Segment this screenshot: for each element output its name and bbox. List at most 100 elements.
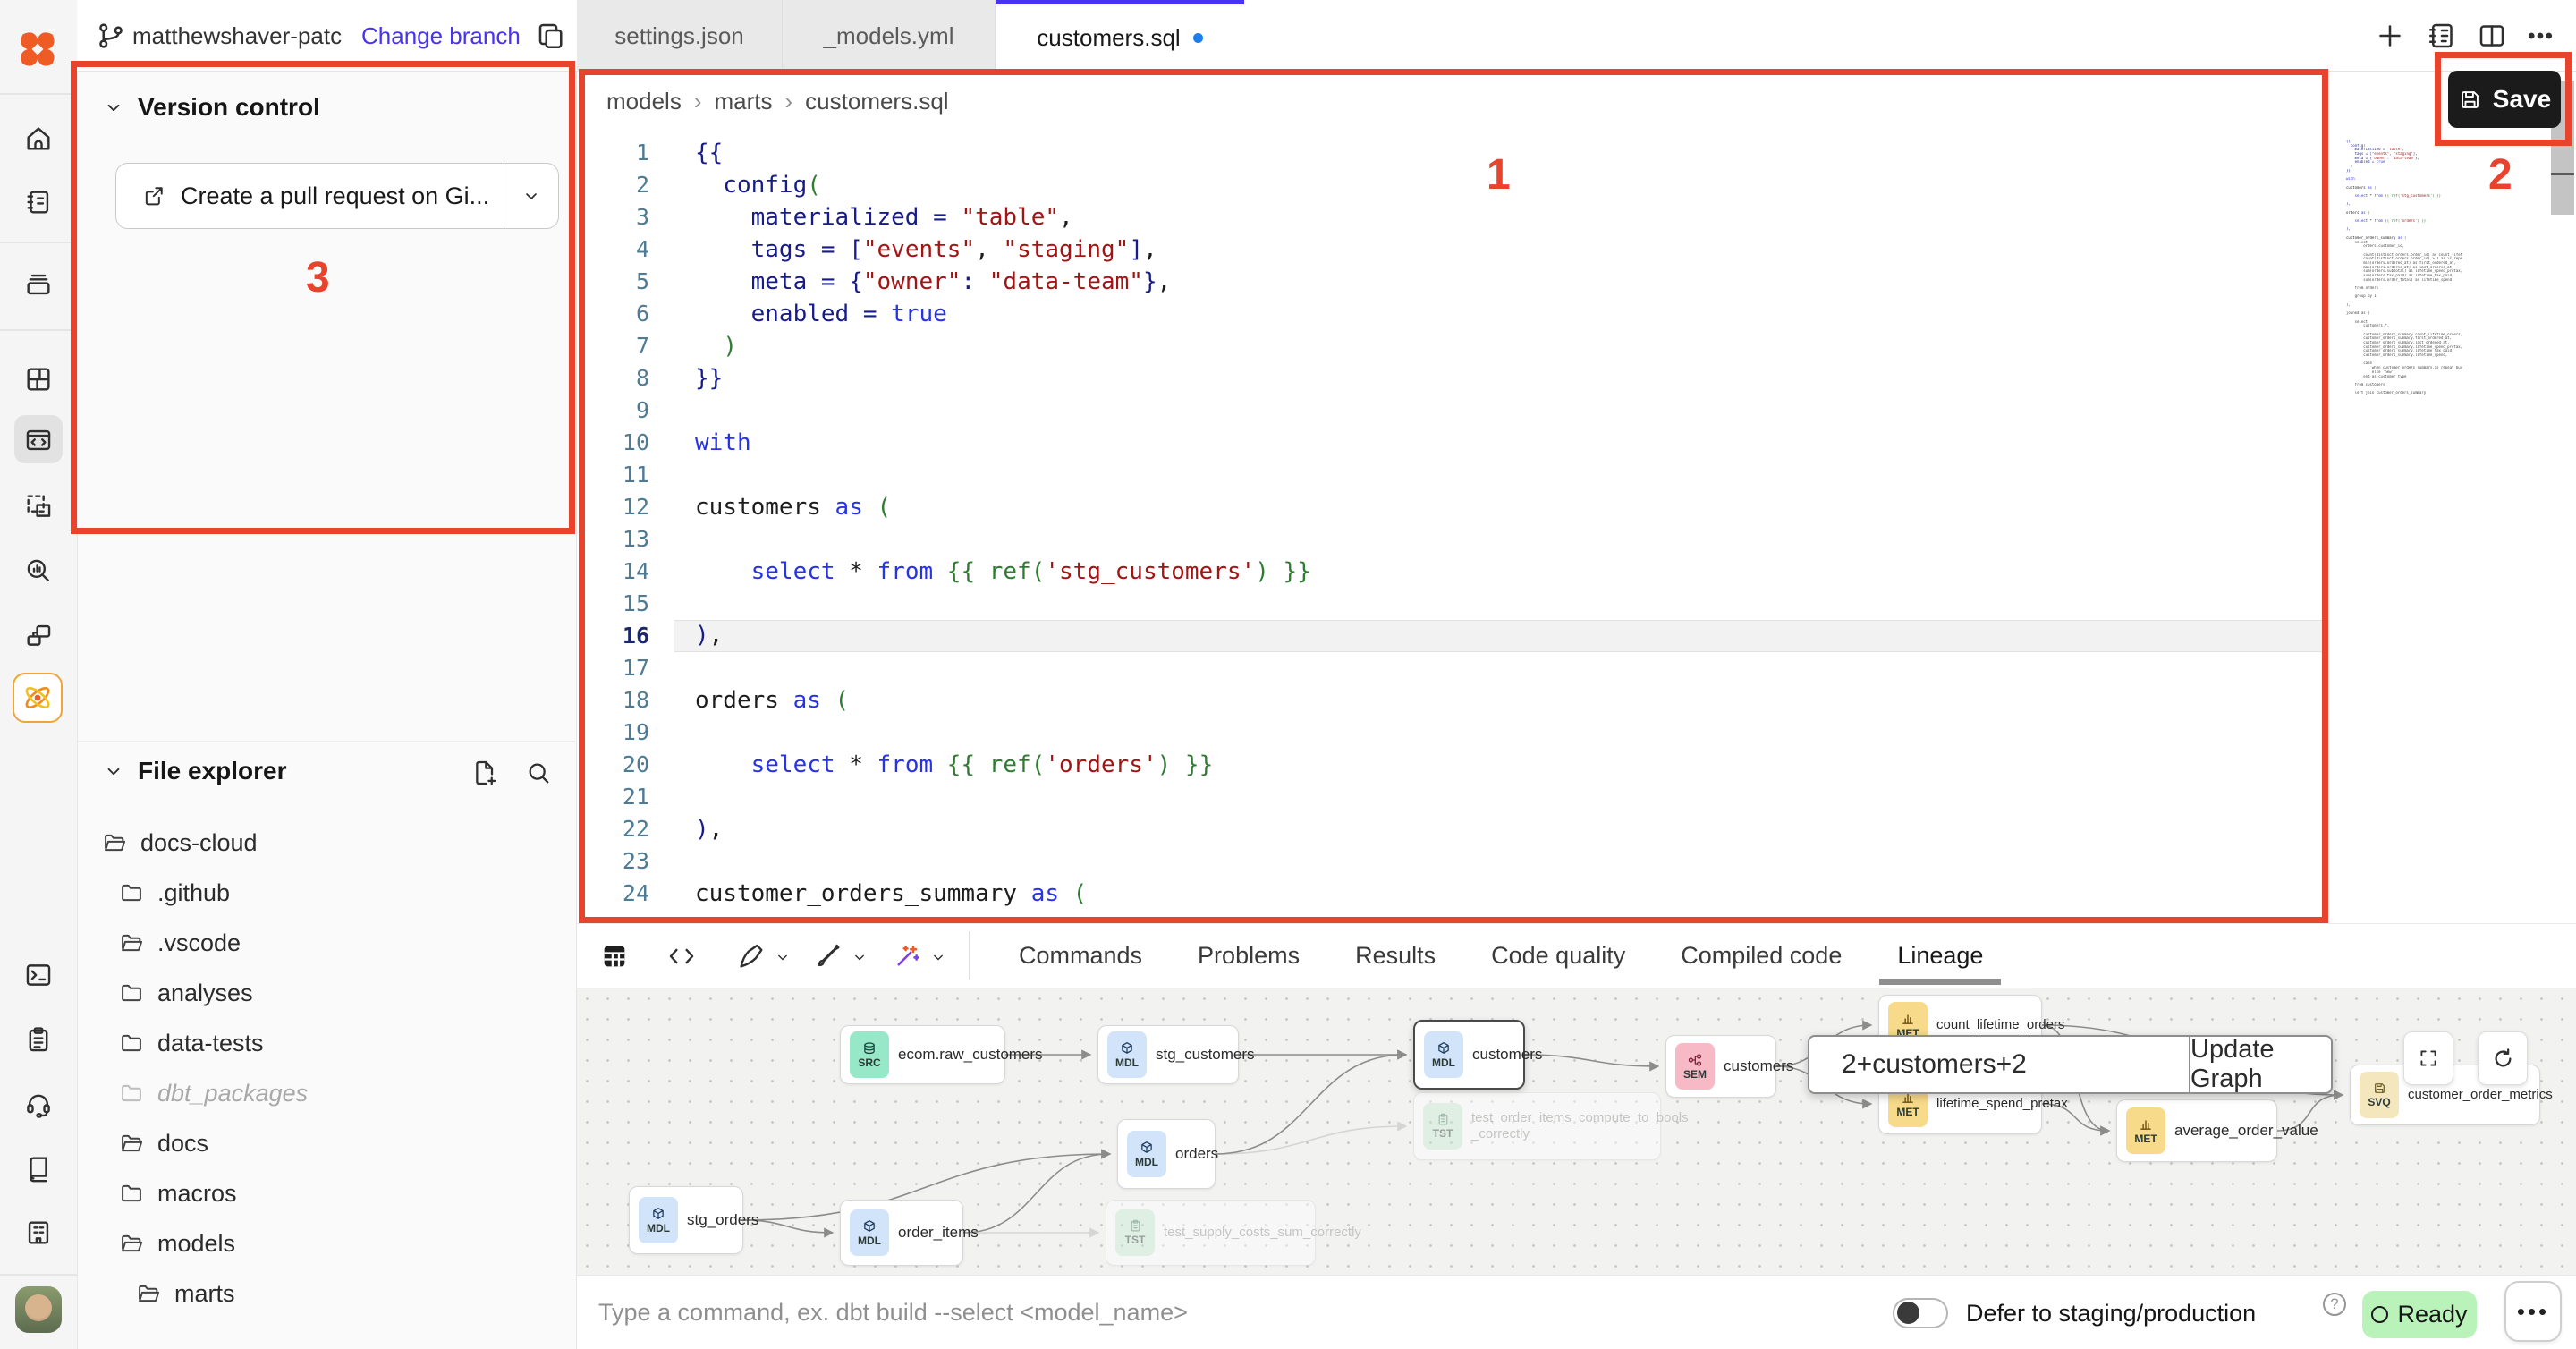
command-input[interactable] [597,1276,1763,1349]
lineage-node-stg_orders[interactable]: MDLstg_orders [629,1186,743,1254]
tab-models-yml[interactable]: _models.yml [783,0,996,72]
preview-pen-icon[interactable] [736,941,767,971]
panel-tab-code-quality[interactable]: Code quality [1491,924,1625,988]
tab-settings-json[interactable]: settings.json [577,0,783,72]
breadcrumb-item[interactable]: models [606,88,682,115]
panel-tab-problems[interactable]: Problems [1198,924,1300,988]
tree-item--github[interactable]: .github [77,868,575,918]
code-line-3[interactable]: 3 materialized = "table", [577,201,2576,233]
code-line-19[interactable]: 19 [577,717,2576,749]
copy-branch-icon[interactable] [535,20,567,52]
dbt-copilot-icon[interactable] [13,673,63,723]
file-explorer-header[interactable]: File explorer [102,757,287,785]
explore-search-icon[interactable] [23,556,54,586]
create-pr-button[interactable]: Create a pull request on Gi... [115,163,559,229]
format-chevron-icon[interactable] [851,948,869,966]
code-line-22[interactable]: 22), [577,813,2576,845]
code-line-7[interactable]: 7 ) [577,330,2576,362]
code-line-20[interactable]: 20 select * from {{ ref('orders') }} [577,749,2576,781]
panel-tab-commands[interactable]: Commands [1019,924,1142,988]
home-icon[interactable] [23,123,54,154]
preview-chevron-icon[interactable] [774,948,792,966]
save-button[interactable]: Save [2448,71,2561,128]
tree-item-analyses[interactable]: analyses [77,968,575,1018]
code-line-17[interactable]: 17 [577,652,2576,684]
split-pane-icon[interactable] [2476,20,2508,52]
code-lines[interactable]: 1{{2 config(3 materialized = "table",4 t… [577,137,2576,910]
update-graph-button[interactable]: Update Graph [2189,1037,2331,1092]
lineage-node-raw_customers[interactable]: SRCecom.raw_customers [840,1025,1005,1084]
tree-item-models[interactable]: models [77,1218,575,1268]
lineage-node-customers_sem[interactable]: SEMcustomers [1665,1035,1776,1098]
tree-item-docs[interactable]: docs [77,1118,575,1168]
code-line-6[interactable]: 6 enabled = true [577,298,2576,330]
code-editor-icon[interactable] [23,425,54,455]
code-line-23[interactable]: 23 [577,845,2576,878]
more-options-icon[interactable] [2524,20,2556,52]
new-tab-icon[interactable] [2374,20,2406,52]
pr-dropdown-chevron[interactable] [504,164,558,228]
code-line-15[interactable]: 15 [577,588,2576,620]
archive-icon[interactable] [23,269,54,300]
code-line-11[interactable]: 11 [577,459,2576,491]
dashboard-icon[interactable] [23,364,54,395]
lineage-node-test_order_items[interactable]: TSTtest_order_items_compute_to_bools_cor… [1413,1092,1661,1160]
breadcrumb-item[interactable]: marts [715,88,773,115]
new-file-icon[interactable] [470,759,499,787]
code-line-4[interactable]: 4 tags = ["events", "staging"], [577,233,2576,266]
lineage-graph[interactable]: SRCecom.raw_customers MDLstg_customers MDL… [577,988,2576,1275]
results-table-icon[interactable] [599,941,630,971]
dbt-logo[interactable] [17,29,58,70]
tree-item-data-tests[interactable]: data-tests [77,1018,575,1068]
code-line-2[interactable]: 2 config( [577,169,2576,201]
tree-item--vscode[interactable]: .vscode [77,918,575,968]
lineage-node-stg_customers[interactable]: MDLstg_customers [1097,1025,1239,1084]
panel-tab-compiled-code[interactable]: Compiled code [1681,924,1842,988]
fullscreen-button[interactable] [2403,1031,2453,1085]
code-view-icon[interactable] [666,941,697,971]
code-line-1[interactable]: 1{{ [577,137,2576,169]
organization-icon[interactable] [23,1217,54,1248]
tree-item-docs-cloud[interactable]: docs-cloud [77,818,575,868]
clipboard-icon[interactable] [23,1024,54,1055]
panel-tab-results[interactable]: Results [1355,924,1436,988]
lineage-node-order_items[interactable]: MDLorder_items [840,1200,963,1266]
breadcrumb-item[interactable]: customers.sql [805,88,948,115]
more-actions-button[interactable]: ••• [2504,1281,2562,1342]
lineage-node-customers_mdl[interactable]: MDLcustomers [1413,1020,1525,1090]
ai-fix-icon[interactable] [892,941,922,971]
code-line-10[interactable]: 10with [577,427,2576,459]
code-line-14[interactable]: 14 select * from {{ ref('stg_customers')… [577,556,2576,588]
ai-fix-chevron-icon[interactable] [929,948,947,966]
version-control-header[interactable]: Version control [102,93,320,122]
tree-item-dbt-packages[interactable]: dbt_packages [77,1068,575,1118]
lineage-node-avg_order_value[interactable]: METaverage_order_value [2116,1099,2277,1162]
code-line-12[interactable]: 12customers as ( [577,491,2576,523]
code-line-16[interactable]: 16), [577,620,2576,652]
code-line-8[interactable]: 8}} [577,362,2576,395]
panel-tab-lineage[interactable]: Lineage [1897,924,1983,988]
terminal-icon[interactable] [23,960,54,990]
lineage-search-input[interactable] [1809,1037,2189,1092]
tab-customers-sql[interactable]: customers.sql [996,0,1244,72]
format-icon[interactable] [813,941,843,971]
notebook-icon[interactable] [23,187,54,217]
headset-icon[interactable] [23,1089,54,1119]
canvas-select-icon[interactable] [23,491,54,522]
code-line-18[interactable]: 18orders as ( [577,684,2576,717]
journal-icon[interactable] [2426,20,2458,52]
tree-item-macros[interactable]: macros [77,1168,575,1218]
code-line-13[interactable]: 13 [577,523,2576,556]
code-line-21[interactable]: 21 [577,781,2576,813]
refresh-graph-button[interactable] [2478,1031,2528,1085]
user-avatar[interactable] [15,1286,62,1333]
file-search-icon[interactable] [524,759,553,787]
minimap[interactable]: {{ config( materialized = "table", tags … [2346,140,2462,395]
code-line-24[interactable]: 24customer_orders_summary as ( [577,878,2576,910]
change-branch-link[interactable]: Change branch [361,22,521,50]
lineage-node-orders[interactable]: MDLorders [1117,1119,1216,1189]
code-line-5[interactable]: 5 meta = {"owner": "data-team"}, [577,266,2576,298]
tree-item-marts[interactable]: marts [77,1268,575,1319]
code-line-9[interactable]: 9 [577,395,2576,427]
windows-icon[interactable] [23,620,54,650]
